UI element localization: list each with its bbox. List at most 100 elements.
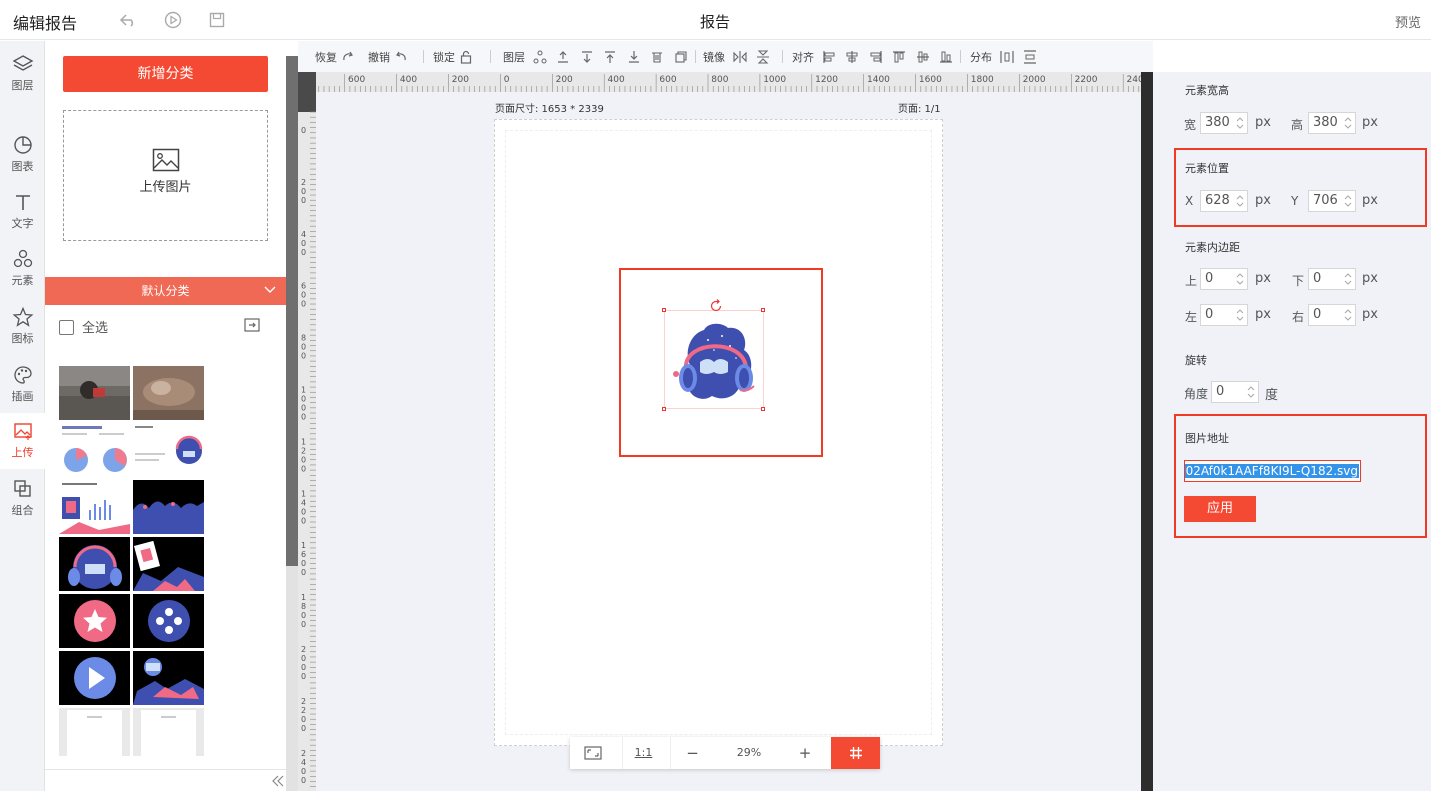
resize-handle[interactable] (662, 308, 666, 312)
width-input[interactable]: 380 (1200, 112, 1248, 134)
padding-right-input[interactable]: 0 (1308, 304, 1356, 326)
play-icon[interactable] (163, 10, 183, 30)
image-thumbnail[interactable] (59, 651, 130, 705)
zoom-in-button[interactable]: + (782, 737, 828, 769)
scrollbar-thumb[interactable] (286, 56, 298, 566)
ruler-label: 0 (301, 455, 306, 464)
undo-icon[interactable] (118, 10, 138, 30)
delete-icon[interactable] (650, 50, 664, 64)
canvas-scrollbar[interactable] (1141, 72, 1153, 791)
image-thumbnail[interactable] (59, 594, 130, 648)
spinner-icon[interactable] (1235, 115, 1245, 131)
iconbar-icons[interactable]: 图标 (0, 299, 45, 355)
send-to-back-icon[interactable] (627, 50, 641, 64)
padding-left-unit: px (1255, 307, 1271, 322)
image-thumbnail[interactable] (59, 708, 130, 756)
divider (782, 50, 783, 63)
spinner-icon[interactable] (1246, 384, 1256, 400)
padding-bottom-input[interactable]: 0 (1308, 268, 1356, 290)
preview-button[interactable]: 预览 (1395, 12, 1421, 31)
iconbar-upload[interactable]: 上传 (0, 413, 45, 469)
resize-handle[interactable] (761, 308, 765, 312)
align-bottom-icon[interactable] (939, 50, 953, 64)
spinner-icon[interactable] (1235, 271, 1245, 287)
image-thumbnail[interactable] (59, 480, 130, 534)
iconbar-elements[interactable]: 元素 (0, 241, 45, 297)
ruler-label: 1 (301, 489, 306, 498)
image-thumbnail[interactable] (59, 366, 130, 420)
undo-button[interactable]: 撤销 (368, 49, 414, 65)
spinner-icon[interactable] (1343, 193, 1353, 209)
padding-left-input[interactable]: 0 (1200, 304, 1248, 326)
iconbar-text[interactable]: 文字 (0, 184, 45, 240)
image-thumbnail[interactable] (133, 423, 204, 477)
align-center-h-icon[interactable] (845, 50, 859, 64)
x-input[interactable]: 628 (1200, 190, 1248, 212)
spinner-icon[interactable] (1235, 307, 1245, 323)
rotate-handle-icon[interactable] (708, 298, 724, 314)
spinner-icon[interactable] (1343, 307, 1353, 323)
redo-button[interactable]: 恢复 (315, 49, 361, 65)
spinner-icon[interactable] (1343, 271, 1353, 287)
fit-screen-button[interactable] (570, 737, 616, 769)
iconbar-illustration[interactable]: 插画 (0, 357, 45, 413)
image-thumbnail[interactable] (133, 480, 204, 534)
rotate-section-title: 旋转 (1185, 354, 1207, 367)
resize-handle[interactable] (761, 407, 765, 411)
image-thumbnail[interactable] (133, 708, 204, 756)
spinner-icon[interactable] (1343, 115, 1353, 131)
grid-toggle-button[interactable] (831, 737, 880, 769)
ruler-label: 0 (301, 654, 306, 663)
distribute-horizontal-icon[interactable] (999, 50, 1014, 64)
select-all-checkbox[interactable]: 全选 (59, 317, 108, 336)
image-thumbnail[interactable] (59, 423, 130, 477)
align-left-icon[interactable] (822, 50, 836, 64)
layer-tree-icon[interactable] (533, 50, 547, 64)
actual-size-button[interactable]: 1:1 (622, 737, 664, 769)
image-thumbnail[interactable] (133, 366, 204, 420)
align-top-icon[interactable] (892, 50, 906, 64)
collapse-panel-icon[interactable] (270, 774, 286, 788)
left-panel-scrollbar[interactable] (286, 56, 298, 791)
bring-up-icon[interactable] (556, 50, 570, 64)
padding-left-label: 左 (1185, 310, 1198, 324)
bring-to-front-icon[interactable] (603, 50, 617, 64)
apply-button[interactable]: 应用 (1184, 496, 1256, 522)
ruler-label: 2400 (1127, 75, 1142, 85)
image-thumbnail[interactable] (133, 537, 204, 591)
image-thumbnail[interactable] (133, 651, 204, 705)
image-url-input[interactable]: 02Af0k1AAFf8KI9L-Q182.svg (1184, 460, 1361, 482)
copy-icon[interactable] (674, 50, 688, 64)
image-thumbnail[interactable] (133, 594, 204, 648)
send-down-icon[interactable] (580, 50, 594, 64)
flip-horizontal-icon[interactable] (732, 50, 747, 64)
flip-vertical-icon[interactable] (756, 50, 770, 64)
lock-button[interactable]: 锁定 (433, 49, 479, 65)
move-to-folder-icon[interactable] (244, 318, 260, 332)
ruler-label: 1200 (815, 75, 838, 85)
iconbar-layers[interactable]: 图层 (0, 46, 45, 102)
spinner-icon[interactable] (1235, 193, 1245, 209)
height-input[interactable]: 380 (1308, 112, 1356, 134)
y-value: 706 (1313, 193, 1338, 208)
y-input[interactable]: 706 (1308, 190, 1356, 212)
iconbar-chart[interactable]: 图表 (0, 127, 45, 183)
image-thumbnail[interactable] (59, 537, 130, 591)
iconbar-group[interactable]: 组合 (0, 471, 45, 527)
ruler-label: 0 (301, 404, 306, 413)
selected-illustration[interactable] (662, 308, 767, 413)
canvas-area[interactable]: 600 400 200 0 200 400 600 800 1000 1200 1400 1600 18… (298, 72, 1141, 791)
distribute-vertical-icon[interactable] (1023, 50, 1037, 64)
add-category-button[interactable]: 新增分类 (63, 56, 268, 92)
checkbox-box[interactable] (59, 320, 74, 335)
zoom-out-button[interactable]: − (670, 737, 714, 769)
category-header[interactable]: 默认分类 (45, 277, 286, 305)
save-icon[interactable] (207, 10, 227, 30)
align-middle-v-icon[interactable] (916, 50, 930, 64)
report-page[interactable] (494, 119, 943, 746)
angle-input[interactable]: 0 (1211, 381, 1259, 403)
resize-handle[interactable] (662, 407, 666, 411)
upload-image-dropzone[interactable]: 上传图片 (63, 110, 268, 241)
padding-top-input[interactable]: 0 (1200, 268, 1248, 290)
align-right-icon[interactable] (869, 50, 883, 64)
